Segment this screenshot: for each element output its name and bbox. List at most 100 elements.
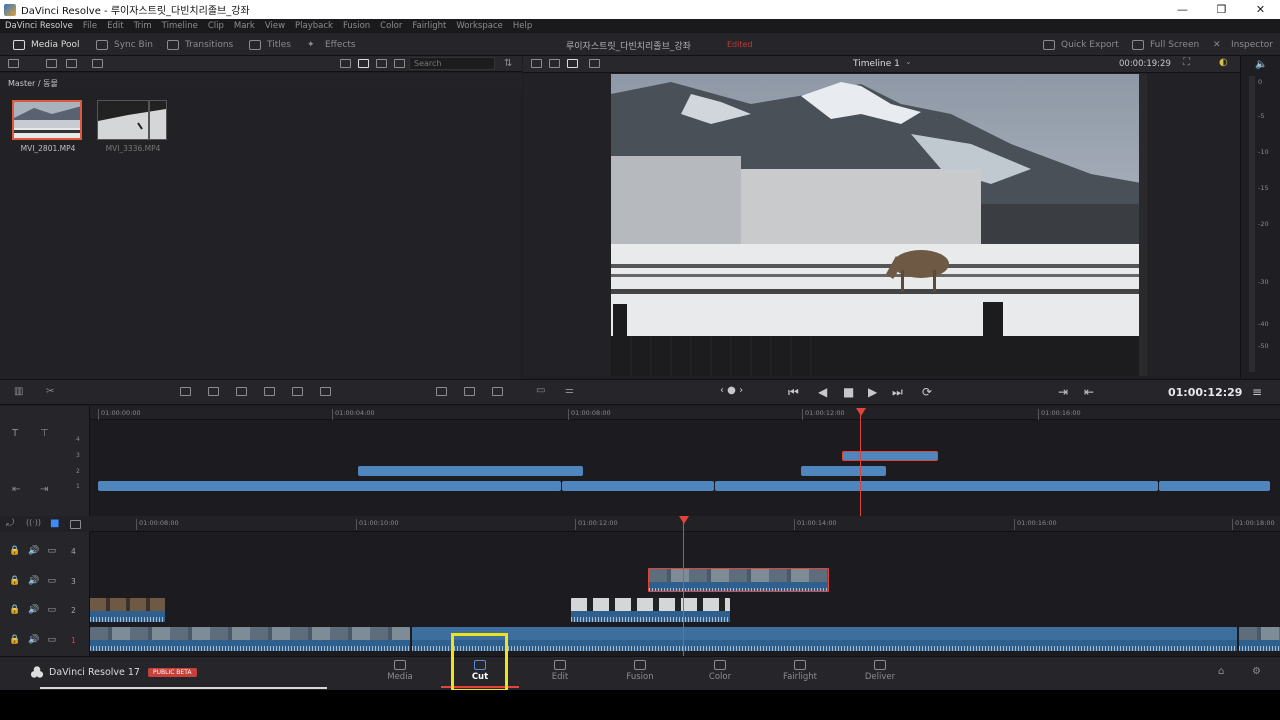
maximize-button[interactable]: ❐ — [1202, 0, 1241, 19]
mute-icon[interactable]: 🔊 — [28, 605, 39, 615]
menu-help[interactable]: Help — [513, 21, 532, 31]
menu-color[interactable]: Color — [380, 21, 402, 31]
view-list-icon[interactable] — [394, 59, 405, 68]
transition-dissolve-icon[interactable] — [436, 387, 447, 396]
viewer-timeline-icon[interactable] — [567, 59, 578, 68]
smart-insert-icon[interactable] — [180, 387, 191, 396]
lower-timeline[interactable] — [90, 520, 1280, 656]
mute-icon[interactable]: 🔊 — [28, 576, 39, 586]
media-clip[interactable]: MVI_3336.MP4 — [97, 100, 169, 153]
mute-icon[interactable]: 🔊 — [28, 635, 39, 645]
audio-waveform-icon[interactable]: ((·)) — [26, 518, 41, 527]
bypass-icon[interactable]: ◐ — [1219, 57, 1228, 68]
clip-tool-icon[interactable]: ▥ — [14, 386, 23, 397]
timeline-clip[interactable] — [571, 598, 730, 622]
close-button[interactable]: ✕ — [1241, 0, 1280, 19]
video-toggle-icon[interactable]: ▭ — [47, 546, 56, 556]
timeline-clip[interactable] — [90, 627, 410, 651]
menu-fusion[interactable]: Fusion — [343, 21, 370, 31]
media-pool-button[interactable]: Media Pool — [13, 38, 80, 52]
page-fairlight[interactable]: Fairlight — [770, 660, 830, 682]
speaker-icon[interactable]: 🔈 — [1255, 59, 1267, 70]
transitions-button[interactable]: Transitions — [167, 38, 233, 52]
inspector-button[interactable]: ✕ Inspector — [1213, 38, 1273, 52]
options-menu-icon[interactable]: ≡ — [1252, 385, 1262, 399]
menu-clip[interactable]: Clip — [208, 21, 224, 31]
timeline-options-icon[interactable]: ⤾ — [6, 518, 14, 529]
play-reverse-icon[interactable]: ◀ — [818, 385, 827, 399]
viewer-tape-icon[interactable] — [549, 59, 560, 68]
page-media[interactable]: Media — [370, 660, 430, 682]
media-clip[interactable]: MVI_2801.MP4 — [12, 100, 84, 153]
viewer-mode-icon[interactable]: ▭ — [536, 385, 545, 396]
menu-mark[interactable]: Mark — [234, 21, 255, 31]
video-toggle-icon[interactable]: ▭ — [47, 605, 56, 615]
lock-icon[interactable]: 🔒 — [9, 576, 20, 586]
video-toggle-icon[interactable]: ▭ — [47, 576, 56, 586]
upper-timeline-ruler[interactable]: 01:00:00:00 01:00:04:00 01:00:08:00 01:0… — [90, 406, 1280, 420]
append-icon[interactable] — [208, 387, 219, 396]
upper-timeline[interactable]: 01:00:00:00 01:00:04:00 01:00:08:00 01:0… — [90, 406, 1280, 516]
menu-timeline[interactable]: Timeline — [162, 21, 198, 31]
timeline-clip[interactable] — [98, 481, 561, 491]
import-folder-icon[interactable] — [66, 59, 77, 68]
media-search-input[interactable]: Search — [409, 57, 495, 70]
page-color[interactable]: Color — [690, 660, 750, 682]
sidebar-toggle-icon[interactable] — [8, 59, 19, 68]
effects-button[interactable]: ✦ Effects — [307, 38, 356, 52]
split-icon[interactable]: ⊤ — [40, 428, 49, 439]
marker-icon[interactable]: ■ — [50, 518, 59, 529]
adjust-icon[interactable]: ⚌ — [565, 385, 574, 396]
lock-icon[interactable]: 🔒 — [9, 635, 20, 645]
source-overwrite-icon[interactable] — [320, 387, 331, 396]
transition-cut-icon[interactable] — [492, 387, 503, 396]
full-screen-button[interactable]: Full Screen — [1132, 38, 1199, 52]
chevron-down-icon[interactable]: ⌄ — [905, 57, 912, 66]
loop-icon[interactable]: ⟳ — [922, 385, 932, 399]
page-fusion[interactable]: Fusion — [610, 660, 670, 682]
menu-davinci-resolve[interactable]: DaVinci Resolve — [5, 21, 73, 31]
upper-playhead-handle[interactable] — [856, 408, 866, 416]
lock-icon[interactable]: 🔒 — [9, 605, 20, 615]
safe-area-icon[interactable] — [589, 59, 600, 68]
menu-edit[interactable]: Edit — [107, 21, 123, 31]
home-icon[interactable]: ⌂ — [1218, 666, 1224, 677]
page-deliver[interactable]: Deliver — [850, 660, 910, 682]
lower-playhead-handle[interactable] — [679, 516, 689, 524]
lower-playhead[interactable] — [683, 520, 684, 656]
video-toggle-icon[interactable]: ▭ — [47, 635, 56, 645]
go-to-start-icon[interactable]: ⏮ — [788, 385, 799, 400]
sync-bin-button[interactable]: Sync Bin — [96, 38, 153, 52]
timeline-clip[interactable] — [358, 466, 583, 476]
viewer-source-icon[interactable] — [531, 59, 542, 68]
upper-playhead[interactable] — [860, 414, 861, 516]
view-options-icon[interactable] — [70, 520, 81, 529]
mute-icon[interactable]: 🔊 — [28, 546, 39, 556]
sort-icon[interactable]: ⇅ — [504, 58, 512, 69]
lock-icon[interactable]: 🔒 — [9, 546, 20, 556]
timeline-clip[interactable] — [842, 451, 938, 461]
next-edit-icon[interactable]: ⇤ — [1084, 385, 1094, 399]
titles-button[interactable]: Titles — [249, 38, 291, 52]
minimize-button[interactable]: — — [1163, 0, 1202, 19]
previous-edit-icon[interactable]: ⇥ — [1058, 385, 1068, 399]
blade-icon[interactable]: ✂ — [46, 386, 54, 397]
timeline-clip[interactable] — [562, 481, 714, 491]
go-to-end-icon[interactable]: ⏭ — [892, 385, 903, 400]
stop-icon[interactable]: ■ — [843, 385, 854, 399]
jog-icon[interactable]: ‹ ● › — [720, 385, 743, 396]
close-up-icon[interactable] — [264, 387, 275, 396]
menu-trim[interactable]: Trim — [134, 21, 152, 31]
quick-export-button[interactable]: Quick Export — [1043, 38, 1119, 52]
play-icon[interactable]: ▶ — [868, 385, 877, 399]
ripple-overwrite-icon[interactable] — [236, 387, 247, 396]
timeline-clip[interactable] — [648, 568, 829, 592]
video-frame[interactable] — [611, 74, 1147, 376]
trim-in-icon[interactable]: ⇤ — [12, 484, 20, 495]
timeline-clip[interactable] — [1159, 481, 1270, 491]
menu-playback[interactable]: Playback — [295, 21, 333, 31]
view-thumbnail-icon[interactable] — [358, 59, 369, 68]
menu-view[interactable]: View — [265, 21, 285, 31]
view-filmstrip-icon[interactable] — [376, 59, 387, 68]
timeline-clip[interactable] — [90, 598, 165, 622]
